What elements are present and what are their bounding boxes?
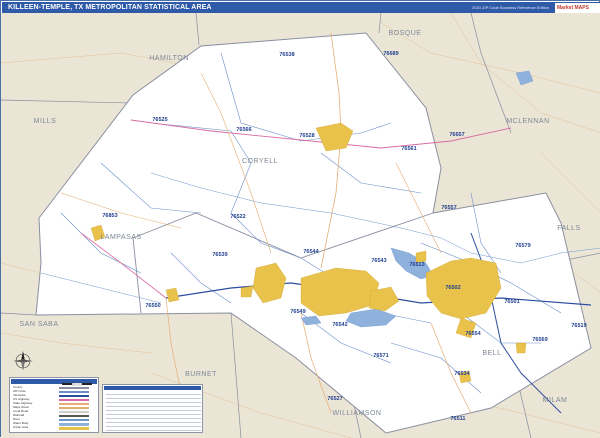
- zip-label-76579: 76579: [515, 243, 530, 249]
- table-row: [106, 398, 201, 399]
- zip-label-76519: 76519: [571, 323, 586, 329]
- north-arrow-icon: [13, 351, 33, 371]
- table-row: [106, 414, 201, 415]
- zip-label-76522: 76522: [230, 214, 245, 220]
- publisher-logo: Market MAPS: [555, 3, 600, 13]
- zip-label-76566: 76566: [236, 127, 251, 133]
- legend-row: Urban Area: [13, 425, 97, 430]
- county-label-bosque: BOSQUE: [389, 30, 422, 37]
- county-label-coryell: CORYELL: [242, 158, 278, 165]
- table-row: [106, 402, 201, 403]
- zip-label-76525: 76525: [152, 117, 167, 123]
- zip-label-76853: 76853: [102, 213, 117, 219]
- zip-label-76513: 76513: [409, 262, 424, 268]
- zip-reference-table: [102, 384, 203, 433]
- county-label-williamson: WILLIAMSON: [333, 410, 382, 417]
- table-row: [106, 410, 201, 411]
- zip-label-76557: 76557: [441, 205, 456, 211]
- county-label-san-saba: SAN SABA: [19, 321, 58, 328]
- scale-bar-icon: [62, 382, 92, 386]
- county-label-milam: MILAM: [543, 397, 568, 404]
- table-row: [106, 394, 201, 395]
- title-bar: KILLEEN-TEMPLE, TX METROPOLITAN STATISTI…: [2, 2, 600, 13]
- county-label-mclennan: MCLENNAN: [506, 118, 549, 125]
- county-label-falls: FALLS: [557, 225, 581, 232]
- zip-label-76528: 76528: [299, 133, 314, 139]
- map-frame: KILLEEN-TEMPLE, TX METROPOLITAN STATISTI…: [0, 0, 600, 438]
- publisher-logo-text: Market MAPS: [557, 5, 589, 11]
- zip-label-76569: 76569: [532, 337, 547, 343]
- zip-label-76543: 76543: [371, 258, 386, 264]
- zip-label-76538: 76538: [279, 52, 294, 58]
- zip-label-76534: 76534: [454, 371, 470, 377]
- table-row: [106, 430, 201, 431]
- zip-label-76539: 76539: [212, 252, 227, 258]
- legend-label: Urban Area: [13, 425, 29, 429]
- county-label-mills: MILLS: [34, 118, 57, 125]
- zip-label-76542: 76542: [332, 322, 347, 328]
- zip-label-76689: 76689: [383, 51, 398, 57]
- map-edition: 2020 ZIP Code Business Reference Edition: [472, 5, 550, 10]
- table-row: [106, 418, 201, 419]
- county-label-bell: BELL: [482, 350, 501, 357]
- zip-label-76550: 76550: [145, 303, 160, 309]
- county-label-hamilton: HAMILTON: [149, 55, 189, 62]
- zip-label-76544: 76544: [303, 249, 319, 255]
- map-canvas: HAMILTON BOSQUE MILLS MCLENNAN CORYELL F…: [1, 13, 600, 438]
- reference-table-header: [104, 386, 201, 390]
- zip-label-76657: 76657: [449, 132, 464, 138]
- zip-label-76502: 76502: [445, 285, 460, 291]
- zip-label-76549: 76549: [290, 309, 305, 315]
- county-label-burnet: BURNET: [185, 371, 217, 378]
- zip-label-76511: 76511: [451, 416, 466, 422]
- map-title: KILLEEN-TEMPLE, TX METROPOLITAN STATISTI…: [8, 4, 212, 11]
- zip-label-76561: 76561: [401, 146, 416, 152]
- county-label-lampasas: LAMPASAS: [100, 234, 141, 241]
- table-row: [106, 422, 201, 423]
- zip-label-76501: 76501: [504, 299, 519, 305]
- zip-label-76554: 76554: [465, 331, 481, 337]
- table-row: [106, 426, 201, 427]
- zip-label-76527: 76527: [327, 396, 342, 402]
- table-row: [106, 406, 201, 407]
- zip-label-76571: 76571: [373, 353, 388, 359]
